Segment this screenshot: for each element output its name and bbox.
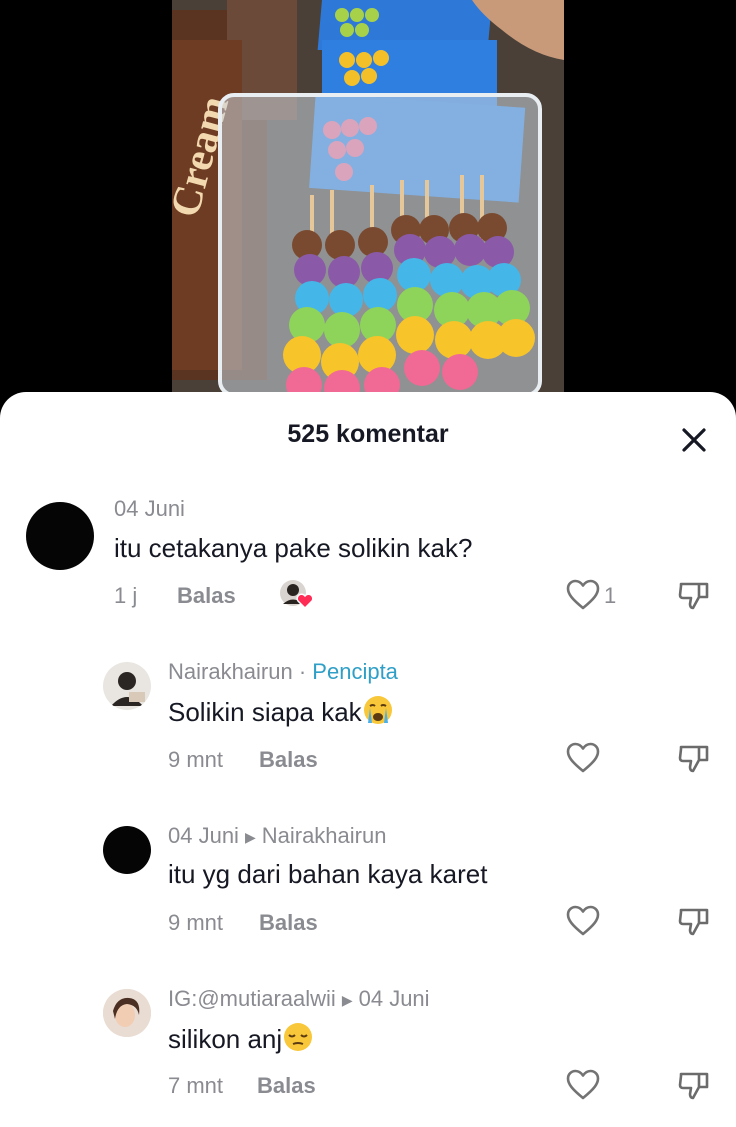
reply-button[interactable]: Balas (177, 583, 236, 609)
comment-date: 04 Juni (114, 496, 185, 521)
dislike-icon[interactable] (677, 1068, 711, 1102)
comment-time: 9 mnt (168, 910, 224, 935)
pensive-face-icon (282, 1022, 314, 1059)
comment-time: 7 mnt (168, 1073, 224, 1098)
heart-outline-icon[interactable] (566, 579, 600, 611)
comment-date: 04 Juni (358, 986, 430, 1011)
avatar[interactable] (103, 989, 151, 1037)
heart-outline-icon[interactable] (566, 1069, 600, 1101)
crying-face-icon (362, 695, 394, 732)
video-frame[interactable]: Cream (172, 0, 564, 392)
username[interactable]: Nairakhairun (168, 659, 293, 684)
comment-text: Solikin siapa kak (168, 695, 394, 732)
heart-outline-icon[interactable] (566, 742, 600, 774)
dislike-icon[interactable] (677, 578, 711, 612)
comment-time: 9 mnt (168, 747, 224, 772)
avatar[interactable] (26, 502, 94, 570)
comments-sheet: 525 komentar 04 Juni itu cetakanya pake … (0, 392, 736, 1127)
creator-badge: Pencipta (312, 659, 398, 684)
reply-to-username[interactable]: Nairakhairun (262, 823, 387, 848)
video-area[interactable]: Cream (0, 0, 736, 420)
dislike-icon[interactable] (677, 904, 711, 938)
video-thumbnail-image: Cream (172, 0, 564, 392)
comment-meta: 04 Juni ▶ Nairakhairun (168, 823, 386, 849)
comment-text: itu yg dari bahan kaya karet (168, 859, 488, 889)
comment-text: silikon anj (168, 1022, 314, 1059)
close-icon[interactable] (670, 416, 718, 464)
reply-button[interactable]: Balas (259, 910, 318, 936)
reply-arrow-icon: ▶ (244, 828, 256, 845)
creator-liked-icon (278, 578, 316, 610)
comment-text-content: silikon anj (168, 1024, 283, 1054)
comment-meta: IG:@mutiaraalwii ▶ 04 Juni (168, 986, 430, 1012)
comment-text-content: Solikin siapa kak (168, 697, 362, 727)
username[interactable]: IG:@mutiaraalwii (168, 986, 336, 1011)
comment-author: Nairakhairun · Pencipta (168, 659, 398, 685)
separator: · (292, 659, 313, 684)
comments-count-title: 525 komentar (287, 420, 449, 448)
heart-outline-icon[interactable] (566, 905, 600, 937)
comment-date: 04 Juni (168, 823, 239, 848)
reply-button[interactable]: Balas (257, 1073, 316, 1099)
comment-time: 1 j (114, 583, 138, 608)
avatar[interactable] (103, 662, 151, 710)
reply-button[interactable]: Balas (259, 747, 318, 773)
avatar[interactable] (103, 826, 151, 874)
like-count: 1 (604, 583, 617, 608)
dislike-icon[interactable] (677, 741, 711, 775)
reply-arrow-icon: ▶ (341, 991, 353, 1008)
comment-text: itu cetakanya pake solikin kak? (114, 533, 473, 563)
